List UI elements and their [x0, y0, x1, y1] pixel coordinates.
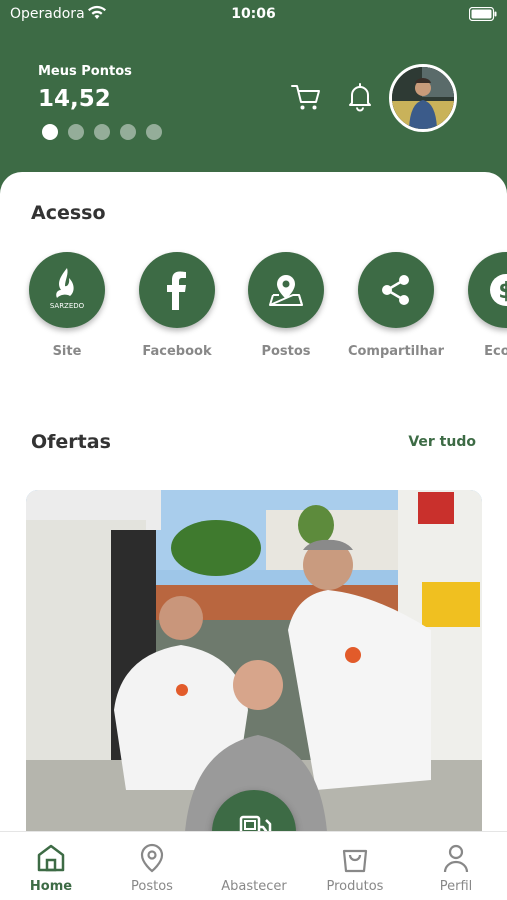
tab-home[interactable]: Home	[6, 832, 96, 900]
carousel-dot[interactable]	[146, 124, 162, 140]
status-bar: Operadora 10:06	[0, 0, 507, 30]
tab-label: Abastecer	[221, 879, 287, 894]
access-label: Compartilhar	[347, 344, 445, 359]
access-shortcuts: SARZEDO Site Facebook Postos Compartilha…	[0, 252, 507, 372]
tab-label: Perfil	[439, 879, 473, 894]
access-label: Site	[52, 344, 82, 359]
tab-perfil[interactable]: Perfil	[411, 832, 501, 900]
share-button[interactable]	[358, 252, 434, 328]
access-item-facebook[interactable]: Facebook	[117, 252, 237, 359]
tab-label: Home	[29, 879, 73, 894]
site-logo-text: SARZEDO	[50, 302, 85, 310]
tab-label: Produtos	[326, 879, 384, 894]
content-panel: Acesso SARZEDO Site Facebook Postos Comp…	[0, 172, 507, 842]
offers-title: Ofertas	[31, 431, 111, 453]
postos-button[interactable]	[248, 252, 324, 328]
carousel-dot[interactable]	[120, 124, 136, 140]
tab-bar: Home Postos Abastecer Produtos Perfil	[0, 831, 507, 900]
header: Operadora 10:06 Meus Pontos 14,52	[0, 0, 507, 200]
cart-icon[interactable]	[290, 82, 322, 112]
dollar-icon: $	[490, 274, 507, 306]
carrier-label: Operadora	[10, 6, 85, 22]
carousel-dots	[42, 124, 162, 140]
access-label: Econo	[484, 344, 507, 359]
access-title: Acesso	[31, 202, 106, 224]
battery-icon	[469, 7, 497, 21]
map-pin-icon	[140, 843, 164, 873]
facebook-icon	[167, 271, 186, 310]
access-item-postos[interactable]: Postos	[226, 252, 346, 359]
access-label: Facebook	[142, 344, 212, 359]
wifi-icon	[88, 5, 106, 19]
see-all-link[interactable]: Ver tudo	[408, 434, 476, 450]
tab-label: Postos	[131, 879, 173, 894]
access-label: Postos	[261, 344, 311, 359]
carousel-dot[interactable]	[42, 124, 58, 140]
map-pin-icon	[269, 275, 303, 306]
facebook-button[interactable]	[139, 252, 215, 328]
share-icon	[382, 275, 409, 305]
carousel-dot[interactable]	[94, 124, 110, 140]
access-item-econo[interactable]: $ Econo	[446, 252, 507, 359]
bell-icon[interactable]	[345, 82, 375, 112]
tab-produtos[interactable]: Produtos	[310, 832, 400, 900]
shopping-bag-icon	[342, 849, 368, 873]
tab-postos[interactable]: Postos	[107, 832, 197, 900]
points-value: 14,52	[38, 86, 111, 112]
econo-button[interactable]: $	[468, 252, 507, 328]
avatar-photo	[392, 67, 454, 129]
user-icon	[443, 844, 469, 873]
sarzedo-logo-icon: SARZEDO	[50, 268, 85, 310]
svg-text:$: $	[498, 279, 507, 304]
access-item-compartilhar[interactable]: Compartilhar	[336, 252, 456, 359]
tab-abastecer[interactable]: Abastecer	[209, 832, 299, 900]
access-item-site[interactable]: SARZEDO Site	[7, 252, 127, 359]
carousel-dot[interactable]	[68, 124, 84, 140]
avatar[interactable]	[389, 64, 457, 132]
points-label: Meus Pontos	[38, 64, 132, 79]
site-button[interactable]: SARZEDO	[29, 252, 105, 328]
home-icon	[37, 844, 65, 872]
